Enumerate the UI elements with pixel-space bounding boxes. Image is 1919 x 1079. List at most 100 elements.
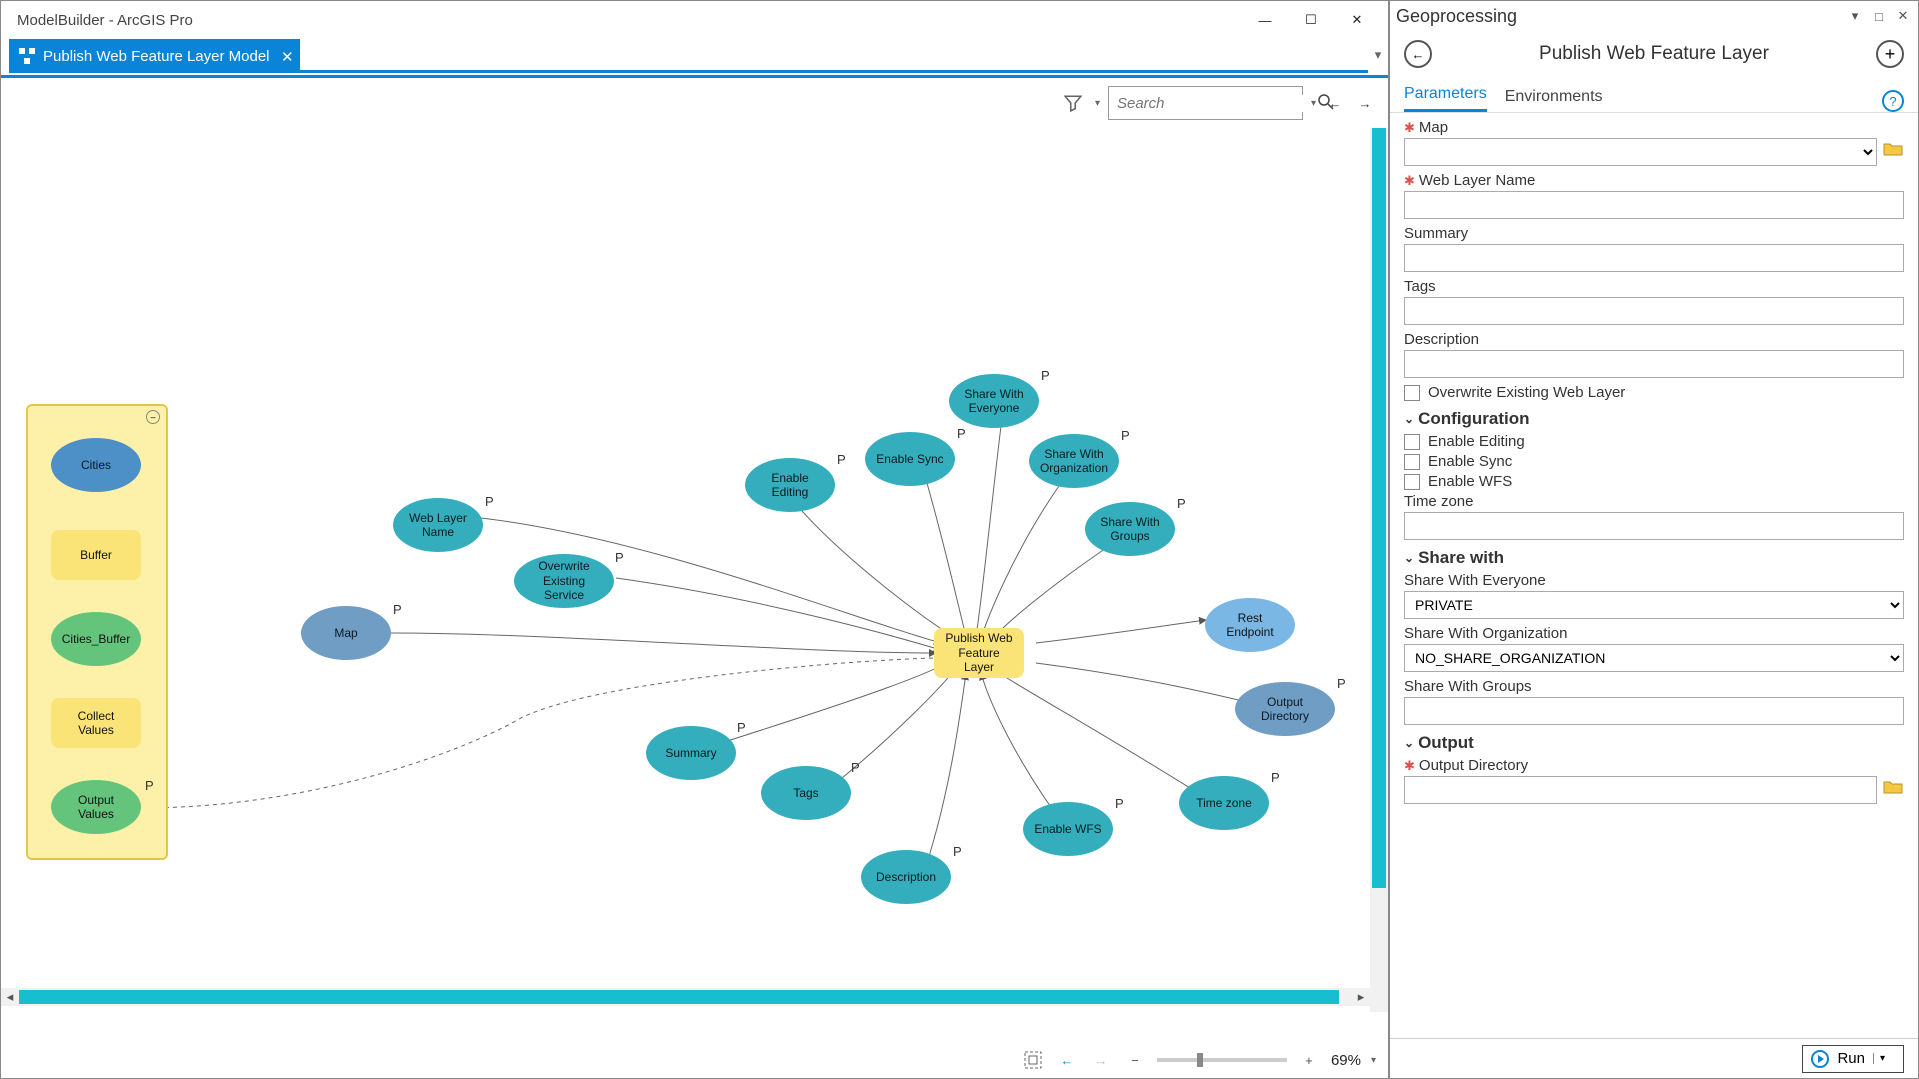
run-dropdown-icon[interactable]: ▾: [1873, 1053, 1885, 1064]
zoom-out-button[interactable]: −: [1123, 1048, 1147, 1072]
search-input[interactable]: [1117, 95, 1318, 112]
window-close-button[interactable]: ✕: [1334, 2, 1380, 38]
share-everyone-select[interactable]: PRIVATE: [1404, 591, 1904, 619]
param-badge: P: [1337, 676, 1346, 691]
node-overwrite[interactable]: Overwrite Existing Service: [514, 554, 614, 608]
summary-input[interactable]: [1404, 244, 1904, 272]
node-summary[interactable]: Summary: [646, 726, 736, 780]
enable-editing-checkbox[interactable]: [1404, 434, 1420, 450]
label-enable-editing: Enable Editing: [1428, 433, 1525, 450]
node-rest-endpoint[interactable]: Rest Endpoint: [1205, 598, 1295, 652]
node-share-groups[interactable]: Share With Groups: [1085, 502, 1175, 556]
window-minimize-button[interactable]: —: [1242, 2, 1288, 38]
node-enable-wfs[interactable]: Enable WFS: [1023, 802, 1113, 856]
tab-overflow-button[interactable]: ▾: [1368, 47, 1388, 63]
time-zone-input[interactable]: [1404, 512, 1904, 540]
window-titlebar: ModelBuilder - ArcGIS Pro — ☐ ✕: [1, 1, 1388, 39]
search-box[interactable]: [1108, 86, 1303, 120]
node-description[interactable]: Description: [861, 850, 951, 904]
nav-back-button[interactable]: ←: [1324, 92, 1346, 114]
share-org-select[interactable]: NO_SHARE_ORGANIZATION: [1404, 644, 1904, 672]
run-label: Run: [1837, 1050, 1865, 1067]
model-canvas[interactable]: ▾ ▾ ← →: [1, 75, 1388, 1042]
node-map[interactable]: Map: [301, 606, 391, 660]
chevron-down-icon[interactable]: ⌄: [1404, 551, 1414, 565]
run-button[interactable]: Run ▾: [1802, 1045, 1904, 1073]
share-groups-input[interactable]: [1404, 697, 1904, 725]
node-cities-buffer[interactable]: Cities_Buffer: [51, 612, 141, 666]
browse-folder-icon[interactable]: [1883, 779, 1904, 801]
gp-back-button[interactable]: ←: [1404, 40, 1432, 68]
label-time-zone: Time zone: [1404, 493, 1473, 510]
history-forward-button[interactable]: →: [1089, 1048, 1113, 1072]
param-badge: P: [953, 844, 962, 859]
zoom-dropdown-icon[interactable]: ▾: [1371, 1055, 1376, 1066]
help-icon[interactable]: ?: [1882, 90, 1904, 112]
group-collapse-icon[interactable]: –: [146, 410, 160, 424]
zoom-in-button[interactable]: +: [1297, 1048, 1321, 1072]
canvas-vertical-scrollbar[interactable]: [1370, 128, 1388, 1012]
param-badge: P: [957, 426, 966, 441]
gp-close-icon[interactable]: ✕: [1894, 7, 1912, 25]
gp-tool-title: Publish Web Feature Layer: [1442, 43, 1866, 65]
node-tags[interactable]: Tags: [761, 766, 851, 820]
gp-parameters-body: ✱Map ✱Web Layer Name Summary Tags Descri…: [1390, 113, 1918, 1038]
play-icon: [1811, 1050, 1829, 1068]
node-enable-editing[interactable]: Enable Editing: [745, 458, 835, 512]
enable-sync-checkbox[interactable]: [1404, 454, 1420, 470]
browse-folder-icon[interactable]: [1883, 141, 1904, 163]
hscroll-left-icon[interactable]: ◂: [1, 988, 19, 1006]
nav-forward-button[interactable]: →: [1354, 92, 1376, 114]
node-buffer[interactable]: Buffer: [51, 530, 141, 580]
tab-environments[interactable]: Environments: [1505, 88, 1603, 112]
node-output-directory[interactable]: Output Directory: [1235, 682, 1335, 736]
tags-input[interactable]: [1404, 297, 1904, 325]
tab-parameters[interactable]: Parameters: [1404, 85, 1487, 112]
enable-wfs-checkbox[interactable]: [1404, 474, 1420, 490]
zoom-extent-icon[interactable]: [1021, 1048, 1045, 1072]
tab-strip: [300, 70, 1368, 73]
tab-close-icon[interactable]: ✕: [281, 48, 294, 66]
gp-dropdown-icon[interactable]: ▾: [1846, 7, 1864, 25]
label-share-everyone: Share With Everyone: [1404, 572, 1546, 589]
param-badge: P: [737, 720, 746, 735]
gp-panel-titlebar: Geoprocessing ▾ □ ✕: [1390, 1, 1918, 31]
canvas-statusbar: ← → − + 69% ▾: [1, 1042, 1388, 1078]
tab-publish-model[interactable]: Publish Web Feature Layer Model ✕: [9, 39, 300, 73]
section-share-with: Share with: [1418, 548, 1504, 568]
label-summary: Summary: [1404, 225, 1468, 242]
web-layer-name-input[interactable]: [1404, 191, 1904, 219]
param-badge: P: [1271, 770, 1280, 785]
label-output-dir: Output Directory: [1419, 757, 1528, 774]
gp-add-button[interactable]: +: [1876, 40, 1904, 68]
chevron-down-icon[interactable]: ⌄: [1404, 736, 1414, 750]
node-time-zone[interactable]: Time zone: [1179, 776, 1269, 830]
search-drop-icon[interactable]: ▾: [1311, 98, 1316, 109]
window-maximize-button[interactable]: ☐: [1288, 2, 1334, 38]
node-enable-sync[interactable]: Enable Sync: [865, 432, 955, 486]
param-badge: P: [1121, 428, 1130, 443]
node-web-layer-name[interactable]: Web Layer Name: [393, 498, 483, 552]
node-cities[interactable]: Cities: [51, 438, 141, 492]
gp-tool-header: ← Publish Web Feature Layer +: [1390, 31, 1918, 77]
label-enable-sync: Enable Sync: [1428, 453, 1512, 470]
overwrite-checkbox[interactable]: [1404, 385, 1420, 401]
filter-dropdown-icon[interactable]: ▾: [1095, 98, 1100, 109]
gp-maximize-icon[interactable]: □: [1870, 7, 1888, 25]
output-dir-input[interactable]: [1404, 776, 1877, 804]
hscroll-right-icon[interactable]: ▸: [1352, 988, 1370, 1006]
filter-icon[interactable]: [1059, 90, 1087, 116]
zoom-slider[interactable]: [1157, 1058, 1287, 1062]
node-share-everyone[interactable]: Share With Everyone: [949, 374, 1039, 428]
chevron-down-icon[interactable]: ⌄: [1404, 412, 1414, 426]
description-input[interactable]: [1404, 350, 1904, 378]
map-select[interactable]: [1404, 138, 1877, 166]
canvas-horizontal-scrollbar[interactable]: ◂ ▸: [1, 988, 1370, 1006]
node-collect-values[interactable]: Collect Values: [51, 698, 141, 748]
node-output-values[interactable]: Output Values: [51, 780, 141, 834]
label-share-org: Share With Organization: [1404, 625, 1567, 642]
node-publish-tool[interactable]: Publish Web Feature Layer: [934, 628, 1024, 678]
history-back-button[interactable]: ←: [1055, 1048, 1079, 1072]
node-share-org[interactable]: Share With Organization: [1029, 434, 1119, 488]
model-tab-bar: Publish Web Feature Layer Model ✕ ▾: [1, 39, 1388, 75]
